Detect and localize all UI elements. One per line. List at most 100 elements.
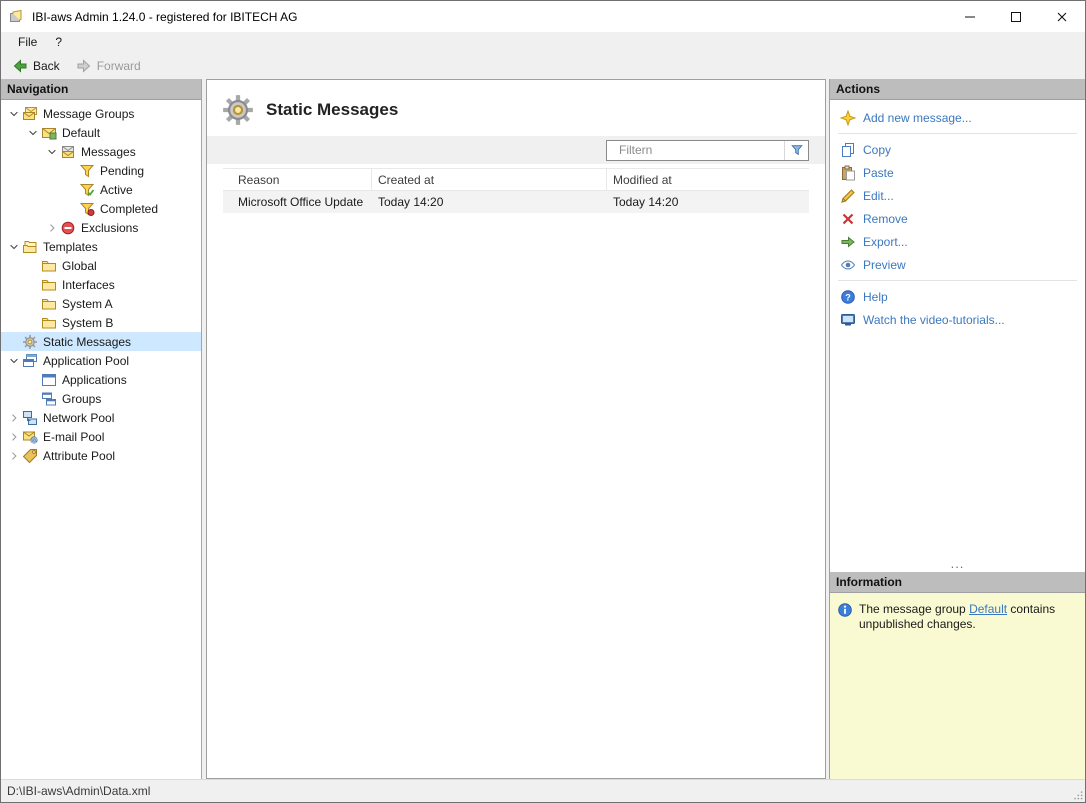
window-controls [947, 1, 1085, 32]
tree-expander-spacer [24, 372, 41, 388]
back-button[interactable]: Back [6, 55, 66, 77]
tree-expander-expanded[interactable] [5, 106, 22, 122]
action-label: Paste [863, 165, 894, 180]
default-group-icon [41, 125, 57, 141]
forward-button[interactable]: Forward [70, 55, 147, 77]
menu-item-help[interactable]: ? [46, 33, 71, 52]
information-panel: Information The message group Default co… [830, 572, 1085, 779]
tree-item-label: Static Messages [43, 334, 132, 349]
tree-item-e-mail-pool[interactable]: @ E-mail Pool [1, 427, 201, 446]
tree-item-groups[interactable]: Groups [1, 389, 201, 408]
copy-icon [840, 142, 856, 158]
app-icon [9, 9, 25, 25]
tree-item-message-groups[interactable]: Message Groups [1, 104, 201, 123]
column-header-modified-at[interactable]: Modified at [607, 169, 809, 190]
close-button[interactable] [1039, 1, 1085, 32]
tree-item-label: Global [62, 258, 97, 273]
tree-item-global[interactable]: Global [1, 256, 201, 275]
actions-list: Add new message... Copy Paste Edit... Remove… [830, 100, 1085, 331]
action-label: Remove [863, 211, 908, 226]
action-paste[interactable]: Paste [830, 161, 1085, 184]
tree-expander-expanded[interactable] [43, 144, 60, 160]
action-remove[interactable]: Remove [830, 207, 1085, 230]
action-help[interactable]: ? Help [830, 285, 1085, 308]
attribute-pool-icon [22, 448, 38, 464]
actions-overflow[interactable]: ... [830, 557, 1085, 572]
tree-item-label: System B [62, 315, 114, 330]
tree-item-pending[interactable]: Pending [1, 161, 201, 180]
column-header-created-at[interactable]: Created at [372, 169, 607, 190]
tree-item-default[interactable]: Default [1, 123, 201, 142]
column-header-reason[interactable]: Reason [223, 169, 372, 190]
tree-item-static-messages[interactable]: Static Messages [1, 332, 201, 351]
tree-item-label: Network Pool [43, 410, 115, 425]
filter-icon[interactable] [784, 140, 808, 160]
tree-expander-collapsed[interactable] [5, 410, 22, 426]
action-export[interactable]: Export... [830, 230, 1085, 253]
information-text: The message group Default contains unpub… [859, 602, 1073, 632]
app-window: IBI-aws Admin 1.24.0 - registered for IB… [0, 0, 1086, 803]
tree-item-label: Pending [100, 163, 145, 178]
tree-item-system-a[interactable]: System A [1, 294, 201, 313]
tree-item-system-b[interactable]: System B [1, 313, 201, 332]
tree-item-messages[interactable]: Messages [1, 142, 201, 161]
actions-header: Actions [830, 79, 1085, 100]
action-preview[interactable]: Preview [830, 253, 1085, 276]
tree-expander-collapsed[interactable] [5, 429, 22, 445]
titlebar: IBI-aws Admin 1.24.0 - registered for IB… [1, 1, 1085, 32]
tree-item-label: Groups [62, 391, 102, 406]
menubar: File? [1, 32, 1085, 53]
status-path: D:\IBI-aws\Admin\Data.xml [7, 784, 151, 798]
resize-grip[interactable] [1071, 788, 1084, 801]
information-text-before: The message group [859, 602, 970, 616]
tree-expander-expanded[interactable] [24, 125, 41, 141]
action-add-new-message[interactable]: Add new message... [830, 106, 1085, 129]
action-watch-the-video-tutorials[interactable]: Watch the video-tutorials... [830, 308, 1085, 331]
tree-expander-expanded[interactable] [5, 353, 22, 369]
right-panel: Actions Add new message... Copy Paste Edit.… [829, 79, 1085, 779]
information-header: Information [830, 572, 1085, 593]
actions-panel: Actions Add new message... Copy Paste Edit.… [830, 79, 1085, 572]
info-icon [837, 602, 853, 618]
actions-separator [838, 280, 1077, 281]
filter-input[interactable] [607, 140, 784, 160]
tree-item-label: Applications [62, 372, 127, 387]
maximize-button[interactable] [993, 1, 1039, 32]
svg-text:@: @ [31, 438, 37, 444]
back-icon [12, 58, 28, 74]
folder-icon [41, 315, 57, 331]
tree-expander-expanded[interactable] [5, 239, 22, 255]
tree-item-applications[interactable]: Applications [1, 370, 201, 389]
action-label: Add new message... [863, 110, 972, 125]
filter-band [207, 136, 825, 164]
action-label: Export... [863, 234, 908, 249]
forward-icon [76, 58, 92, 74]
tree-item-label: Completed [100, 201, 159, 216]
paste-icon [840, 165, 856, 181]
groups-icon [41, 391, 57, 407]
tree-expander-collapsed[interactable] [5, 448, 22, 464]
tree-item-network-pool[interactable]: Network Pool [1, 408, 201, 427]
action-copy[interactable]: Copy [830, 138, 1085, 161]
table-cell: Today 14:20 [613, 195, 679, 209]
tree-item-interfaces[interactable]: Interfaces [1, 275, 201, 294]
tree-expander-collapsed[interactable] [43, 220, 60, 236]
tree-expander-spacer [24, 391, 41, 407]
tree-item-attribute-pool[interactable]: Attribute Pool [1, 446, 201, 465]
tree-item-templates[interactable]: Templates [1, 237, 201, 256]
message-groups-icon [22, 106, 38, 122]
default-group-link[interactable]: Default [969, 602, 1007, 616]
content-area: Navigation Message Groups Default Messages… [1, 79, 1085, 779]
menu-item-file[interactable]: File [9, 33, 46, 52]
tree-item-completed[interactable]: Completed [1, 199, 201, 218]
table-row[interactable]: Microsoft Office Update Today 14:20 Today … [223, 191, 809, 213]
tree-item-application-pool[interactable]: Application Pool [1, 351, 201, 370]
minimize-button[interactable] [947, 1, 993, 32]
tree-expander-spacer [24, 258, 41, 274]
tree-item-label: Templates [43, 239, 98, 254]
page-title: Static Messages [266, 100, 399, 119]
tree-item-exclusions[interactable]: Exclusions [1, 218, 201, 237]
tree-item-active[interactable]: Active [1, 180, 201, 199]
action-edit[interactable]: Edit... [830, 184, 1085, 207]
folder-icon [41, 277, 57, 293]
